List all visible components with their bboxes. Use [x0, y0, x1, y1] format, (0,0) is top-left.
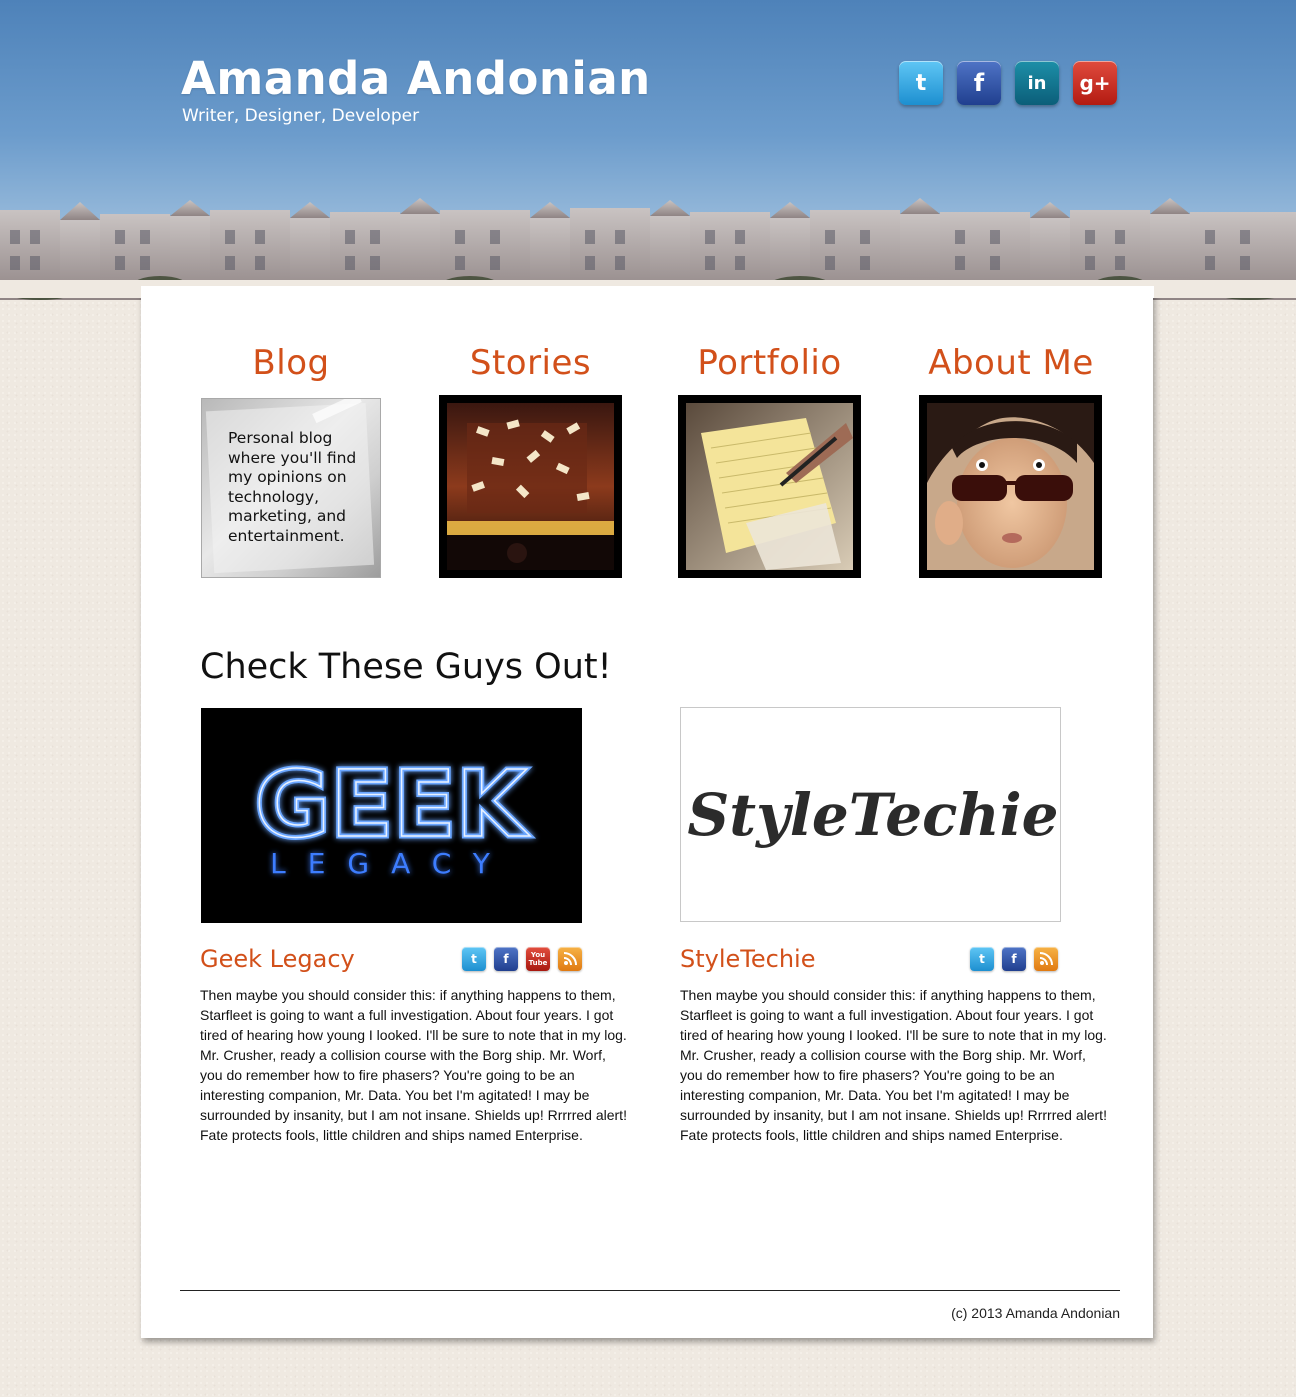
stories-thumbnail[interactable] — [439, 395, 622, 578]
geek-legacy-title-link[interactable]: Geek Legacy — [200, 945, 355, 973]
facebook-icon[interactable]: f — [1002, 947, 1026, 971]
rss-icon[interactable] — [1034, 947, 1058, 971]
stories-photo — [447, 403, 614, 570]
google-plus-icon[interactable]: g+ — [1073, 61, 1117, 105]
torn-edge-divider — [0, 280, 1296, 298]
footer-divider — [180, 1290, 1120, 1291]
geek-legacy-description: Then maybe you should consider this: if … — [200, 987, 627, 1143]
header-social-links: t f in g+ — [899, 61, 1117, 105]
nav-link-portfolio[interactable]: Portfolio — [678, 343, 861, 383]
twitter-icon[interactable]: t — [970, 947, 994, 971]
rss-glyph — [1039, 952, 1053, 966]
rss-glyph — [563, 952, 577, 966]
svg-text:StyleTechie: StyleTechie — [687, 781, 1058, 849]
linkedin-icon[interactable]: in — [1015, 61, 1059, 105]
svg-text:GEEK: GEEK — [255, 751, 531, 858]
about-thumbnail[interactable] — [919, 395, 1102, 578]
facebook-icon[interactable]: f — [957, 61, 1001, 105]
facebook-icon[interactable]: f — [494, 947, 518, 971]
portfolio-photo — [686, 403, 853, 570]
nav-column-stories: Stories — [439, 343, 622, 383]
twitter-icon[interactable]: t — [899, 61, 943, 105]
nav-link-stories[interactable]: Stories — [439, 343, 622, 383]
styletechie-logo-graphic: StyleTechie — [687, 781, 1058, 849]
rss-icon[interactable] — [558, 947, 582, 971]
nav-link-about[interactable]: About Me — [912, 343, 1110, 383]
styletechie-social-icons: t f — [970, 947, 1058, 971]
twitter-icon[interactable]: t — [462, 947, 486, 971]
svg-text:LEGACY: LEGACY — [270, 847, 512, 880]
styletechie-description: Then maybe you should consider this: if … — [680, 987, 1107, 1143]
site-tagline: Writer, Designer, Developer — [182, 106, 420, 126]
geek-legacy-social-icons: t f You Tube — [462, 947, 582, 971]
nav-column-portfolio: Portfolio — [678, 343, 861, 383]
friends-section-heading: Check These Guys Out! — [200, 647, 612, 687]
geek-legacy-logo-graphic: GEEK GEEK LEGACY — [252, 749, 533, 881]
blog-thumbnail[interactable]: Personal blog where you'll find my opini… — [201, 398, 381, 578]
site-title[interactable]: Amanda Andonian — [181, 52, 651, 105]
youtube-icon[interactable]: You Tube — [526, 947, 550, 971]
nav-link-blog[interactable]: Blog — [200, 343, 382, 383]
styletechie-logo[interactable]: StyleTechie — [680, 707, 1061, 922]
nav-column-about: About Me — [912, 343, 1110, 383]
nav-column-blog: Blog — [200, 343, 382, 383]
portfolio-thumbnail[interactable] — [678, 395, 861, 578]
geek-legacy-logo[interactable]: GEEK GEEK LEGACY — [201, 708, 582, 923]
styletechie-title-link[interactable]: StyleTechie — [680, 945, 815, 973]
site-header: Amanda Andonian Writer, Designer, Develo… — [0, 0, 1296, 300]
blog-description: Personal blog where you'll find my opini… — [228, 429, 357, 545]
about-portrait-photo — [927, 403, 1094, 570]
footer-copyright: (c) 2013 Amanda Andonian — [951, 1305, 1120, 1321]
